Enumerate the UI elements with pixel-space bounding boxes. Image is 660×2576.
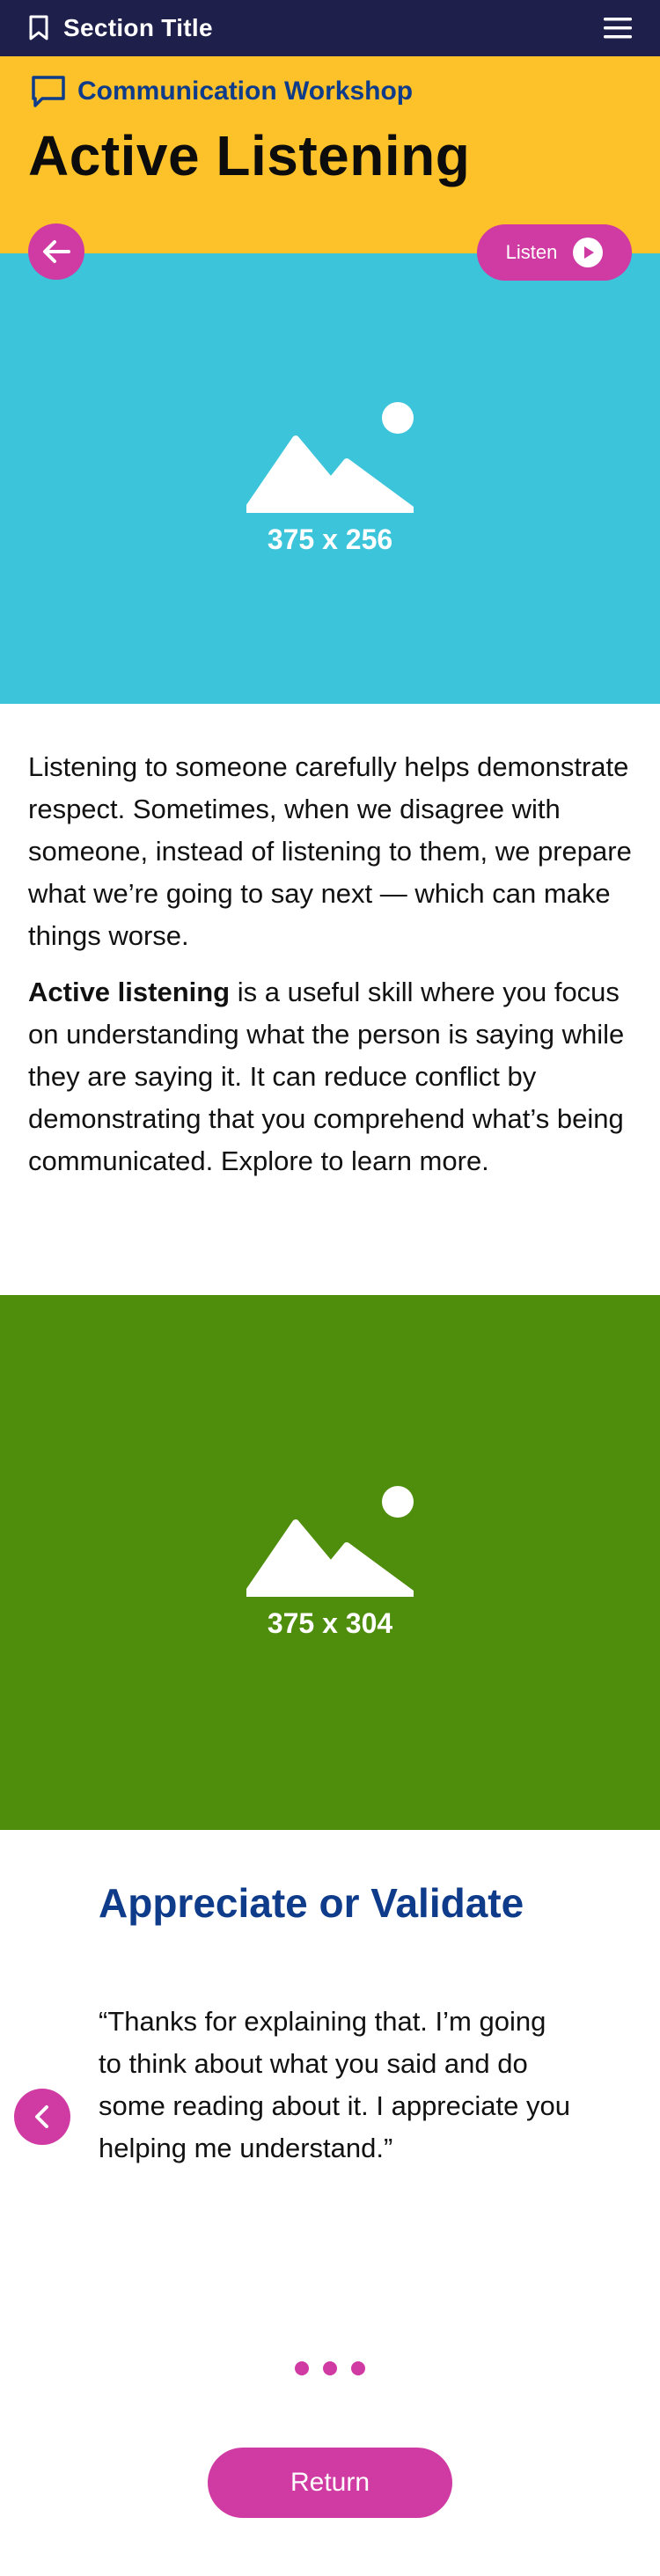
image-placeholder-icon [246,401,414,513]
active-listening-term: Active listening [28,977,231,1007]
intro-paragraph-2: Active listening is a useful skill where… [28,971,635,1182]
chat-bubble-icon [32,76,65,107]
return-button[interactable]: Return [208,2448,452,2518]
top-navigation-bar: Section Title [0,0,660,56]
image-placeholder-icon [246,1485,414,1597]
intro-paragraph-1: Listening to someone carefully helps dem… [28,751,632,951]
pagination-dot[interactable] [295,2361,309,2375]
hero-image-placeholder: 375 x 256 [0,253,660,704]
card-title: Appreciate or Validate [99,1880,524,1926]
workshop-breadcrumb: Communication Workshop [30,74,413,109]
section-title: Section Title [63,14,213,41]
listen-button-label: Listen [505,241,558,263]
hamburger-menu-icon[interactable] [604,16,632,40]
page-title: Active Listening [28,124,471,187]
workshop-label: Communication Workshop [77,77,414,106]
listen-button[interactable]: Listen [477,224,632,281]
image-dimensions-label: 375 x 304 [267,1606,393,1639]
card-quote: “Thanks for explaining that. I’m going t… [99,2006,570,2163]
chevron-left-icon [35,2105,48,2128]
play-icon [573,238,604,267]
back-button[interactable] [28,223,84,280]
arrow-left-icon [43,240,70,263]
previous-card-button[interactable] [14,2089,70,2145]
intro-text: Listening to someone carefully helps dem… [28,746,635,1197]
pagination-dot[interactable] [351,2361,365,2375]
card-image-placeholder: 375 x 304 [0,1295,660,1830]
bookmark-icon[interactable] [28,15,49,41]
carousel-pagination [0,2361,660,2375]
pagination-dot[interactable] [323,2361,337,2375]
image-dimensions-label: 375 x 256 [267,523,393,555]
